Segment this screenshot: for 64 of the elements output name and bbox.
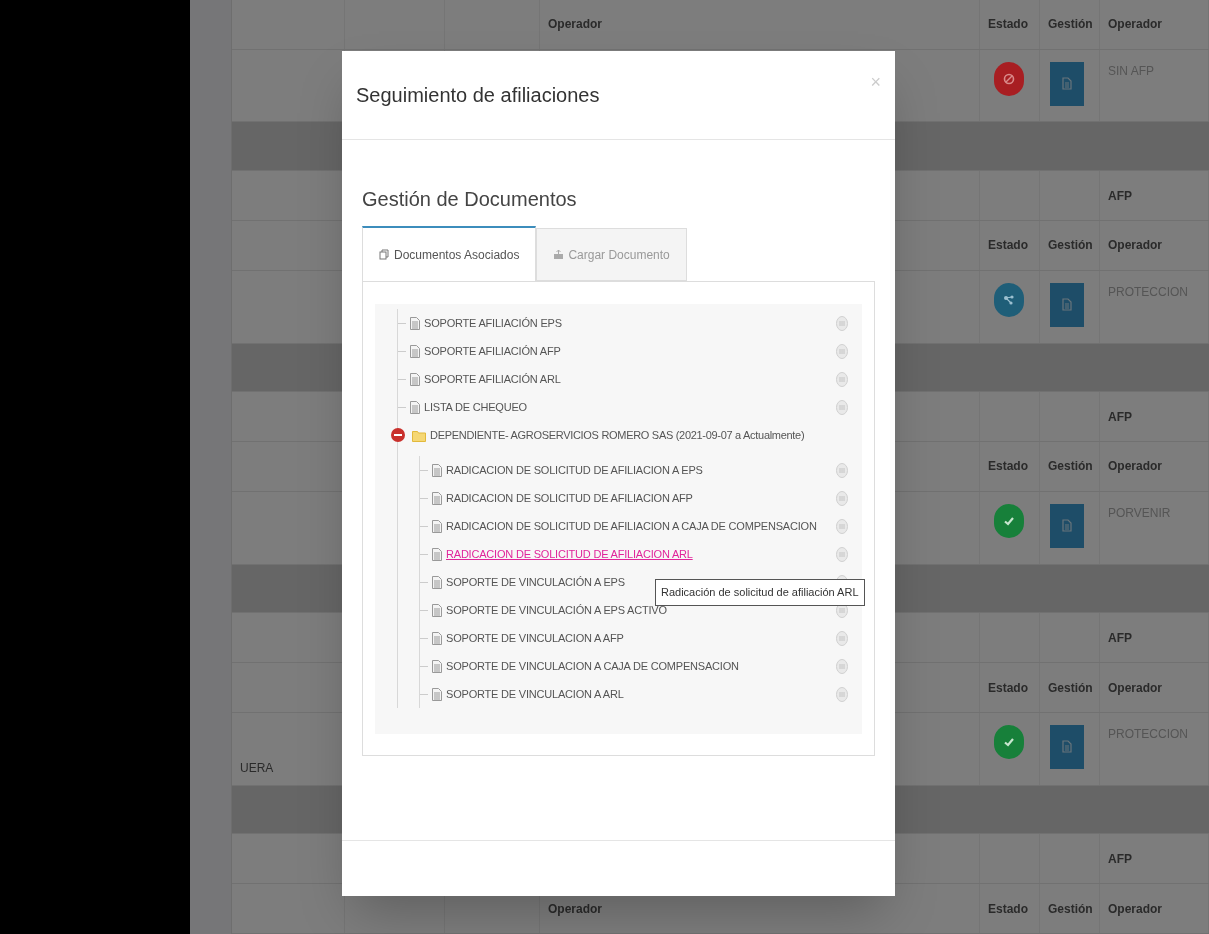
column-header: Operador (548, 900, 602, 918)
upload-icon (553, 249, 565, 260)
document-button[interactable] (1050, 503, 1084, 548)
column-header: Gestión (1048, 16, 1093, 34)
document-icon (410, 316, 420, 330)
document-link[interactable]: SOPORTE DE VINCULACION A CAJA DE COMPENSACION (446, 657, 739, 675)
column-header: Operador (1108, 16, 1162, 34)
document-button[interactable] (1050, 724, 1084, 769)
document-icon (410, 400, 420, 414)
column-header: Operador (1108, 237, 1162, 255)
document-link[interactable]: SOPORTE AFILIACIÓN EPS (424, 314, 562, 332)
document-icon (1062, 740, 1072, 754)
document-icon (1062, 298, 1072, 312)
document-icon (432, 491, 442, 505)
document-link[interactable]: SOPORTE DE VINCULACION A AFP (446, 629, 624, 647)
column-header: Operador (548, 16, 602, 34)
document-link[interactable]: RADICACION DE SOLICITUD DE AFILIACION A EPS (446, 461, 703, 479)
table-cell-text: AFP (1108, 408, 1132, 426)
column-header: Estado (988, 679, 1028, 697)
table-cell-text: AFP (1108, 629, 1132, 647)
column-header: Gestión (1048, 458, 1093, 476)
document-link[interactable]: RADICACION DE SOLICITUD DE AFILIACION ARL (446, 545, 693, 563)
column-header: Estado (988, 900, 1028, 918)
folder-icon (412, 428, 426, 442)
document-link[interactable]: LISTA DE CHEQUEO (424, 398, 527, 416)
document-link[interactable]: RADICACION DE SOLICITUD DE AFILIACION AFP (446, 489, 693, 507)
document-link[interactable]: SOPORTE DE VINCULACION A ARL (446, 685, 624, 703)
document-link[interactable]: SOPORTE AFILIACIÓN AFP (424, 342, 561, 360)
copy-icon (379, 249, 390, 260)
document-icon (410, 372, 420, 386)
document-icon (432, 575, 442, 589)
collapse-icon[interactable] (391, 428, 405, 442)
document-link[interactable]: SOPORTE AFILIACIÓN ARL (424, 370, 561, 388)
document-icon (432, 463, 442, 477)
column-header: Gestión (1048, 900, 1093, 918)
document-icon (432, 687, 442, 701)
document-icon (432, 603, 442, 617)
column-header: Gestión (1048, 237, 1093, 255)
document-button[interactable] (1050, 282, 1084, 327)
section-heading: Gestión de Documentos (362, 187, 578, 208)
column-header: Estado (988, 237, 1028, 255)
column-header: Estado (988, 458, 1028, 476)
folder-label[interactable]: DEPENDIENTE- AGROSERVICIOS ROMERO SAS (2021-09-07 a Actualmente) (430, 426, 805, 444)
table-cell-text: UERA (240, 759, 274, 777)
column-header: Operador (1108, 679, 1162, 697)
document-icon (432, 631, 442, 645)
document-icon (432, 659, 442, 673)
column-header: Estado (988, 16, 1028, 34)
document-icon (1062, 519, 1072, 533)
tab[interactable]: Documentos Asociados (362, 226, 537, 281)
table-cell-text: AFP (1108, 850, 1132, 868)
document-link[interactable]: RADICACION DE SOLICITUD DE AFILIACION A CAJA DE COMPENSACION (446, 517, 817, 535)
document-icon (410, 344, 420, 358)
column-header: Operador (1108, 458, 1162, 476)
document-button[interactable] (1050, 61, 1084, 106)
modal-title: Seguimiento de afiliaciones (356, 83, 600, 108)
document-icon (432, 519, 442, 533)
column-header: Gestión (1048, 679, 1093, 697)
tooltip: Radicación de solicitud de afiliación ARL (655, 579, 865, 606)
column-header: Operador (1108, 900, 1162, 918)
table-cell-text: AFP (1108, 187, 1132, 205)
document-link[interactable]: SOPORTE DE VINCULACIÓN A EPS (446, 573, 625, 591)
document-icon (1062, 77, 1072, 91)
document-icon (432, 547, 442, 561)
